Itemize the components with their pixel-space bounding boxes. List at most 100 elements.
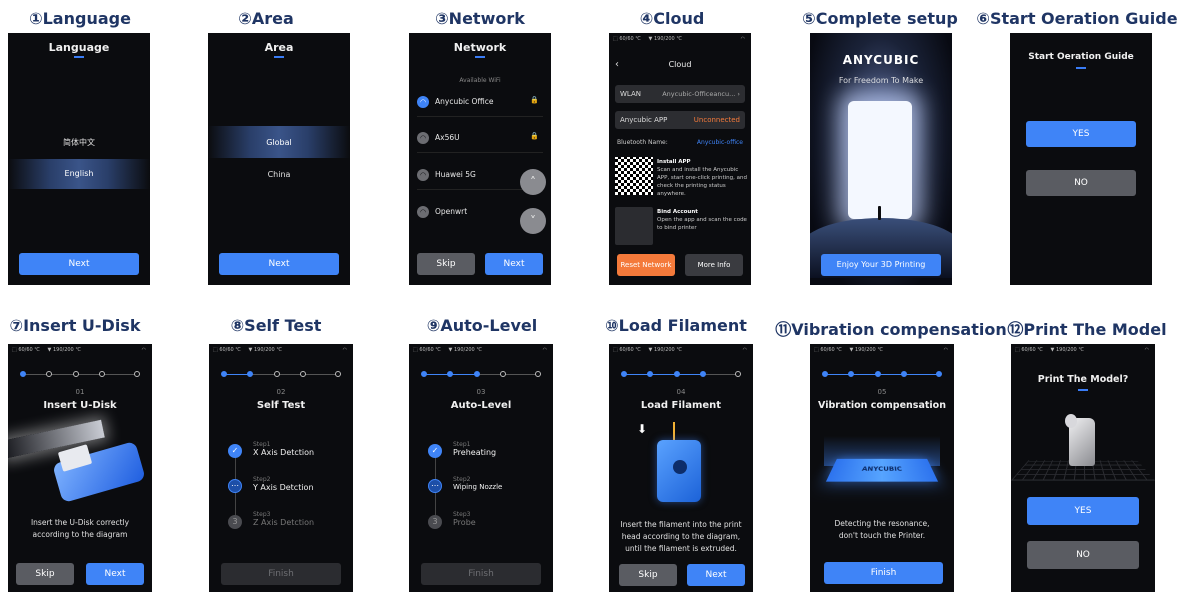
brand-logo: ANYCUBIC (842, 53, 920, 67)
wlan-value: Anycubic-Officeancu... › (662, 90, 740, 98)
bed-temp: ▼ 190/200 ℃ (1050, 347, 1084, 353)
wlan-row[interactable]: WLAN Anycubic-Officeancu... › (615, 85, 745, 103)
scroll-down-button[interactable]: ˅ (520, 208, 546, 234)
progress-fill (625, 374, 705, 375)
step-title-auto-level: ⑨Auto-Level (426, 316, 538, 335)
check-icon: ✓ (428, 444, 442, 458)
wifi-name: Ax56U (435, 133, 460, 142)
bind-account-block: Bind Account Open the app and scan the c… (657, 208, 747, 232)
header-underline (475, 56, 485, 58)
screen-header: Self Test (256, 400, 306, 411)
wifi-row[interactable]: ◠ Anycubic Office 🔒 (417, 93, 543, 117)
progress-dot (500, 371, 507, 377)
status-bar: ⬚ 60/60 ℃ ▼ 190/200 ℃ ◠ (613, 36, 747, 42)
reset-network-button[interactable]: Reset Network (617, 254, 675, 276)
progress-track (24, 374, 136, 375)
finish-button[interactable]: Finish (824, 562, 943, 584)
wifi-name: Openwrt (435, 207, 468, 216)
progress-dot (621, 371, 627, 377)
print-head-fan (673, 460, 687, 474)
status-bar: ⬚ 60/60 ℃ ▼ 190/200 ℃ ◠ (413, 347, 549, 353)
substep: Step3 Z Axis Detction (253, 511, 314, 527)
progress-dot (421, 371, 427, 377)
next-button[interactable]: Next (19, 253, 139, 275)
divider (417, 152, 543, 153)
nozzle-temp: ⬚ 60/60 ℃ (413, 347, 441, 353)
check-icon: ✓ (228, 444, 242, 458)
screen-header: Auto-Level (450, 400, 512, 411)
screen-operation-guide: Start Oeration Guide YES NO (1010, 33, 1152, 285)
next-button[interactable]: Next (485, 253, 543, 275)
progress-dot (647, 371, 654, 377)
screen-language: Language 简体中文 English Next (8, 33, 150, 285)
step-title-print-model: ⑫Print The Model (1007, 320, 1167, 339)
progress-stepper (621, 371, 741, 379)
available-wifi-label: Available WiFi (459, 77, 501, 84)
wifi-status-icon: ◠ (740, 36, 745, 42)
next-button[interactable]: Next (86, 563, 144, 585)
finish-button[interactable]: Finish (421, 563, 541, 585)
area-option-china[interactable]: China (208, 170, 350, 179)
step-number: 05 (877, 388, 887, 396)
substep-text: Probe (453, 518, 476, 527)
next-button[interactable]: Next (687, 564, 745, 586)
language-option-english[interactable]: English (8, 169, 150, 178)
substep-label: Step3 (253, 511, 271, 518)
skip-button[interactable]: Skip (417, 253, 475, 275)
scroll-up-button[interactable]: ˄ (520, 169, 546, 195)
screen-header: Print The Model? (1037, 374, 1129, 385)
screen-load-filament: ⬚ 60/60 ℃ ▼ 190/200 ℃ ◠ 04 Load Filament… (609, 344, 753, 592)
yes-button[interactable]: YES (1026, 121, 1136, 147)
bed-temp: ▼ 190/200 ℃ (648, 36, 682, 42)
wifi-status-icon: ◠ (342, 347, 347, 353)
status-bar: ⬚ 60/60 ℃ ▼ 190/200 ℃ ◠ (613, 347, 749, 353)
app-row[interactable]: Anycubic APP Unconnected (615, 111, 745, 129)
status-bar: ⬚ 60/60 ℃ ▼ 190/200 ℃ ◠ (814, 347, 950, 353)
screen-header: Network (453, 41, 507, 54)
instruction-text: Detecting the resonance, don't touch the… (816, 518, 948, 542)
progress-dot (99, 371, 106, 377)
progress-dot (335, 371, 341, 377)
substep: Step1 X Axis Detction (253, 441, 314, 457)
yes-button[interactable]: YES (1027, 497, 1139, 525)
area-option-global[interactable]: Global (208, 138, 350, 147)
status-bar: ⬚ 60/60 ℃ ▼ 190/200 ℃ ◠ (12, 347, 148, 353)
wifi-icon: ◠ (417, 206, 429, 218)
screen-header: Start Oeration Guide (1028, 52, 1134, 62)
wifi-name: Anycubic Office (435, 97, 494, 106)
screen-header: Area (264, 41, 294, 54)
wifi-row[interactable]: ◠ Ax56U 🔒 (417, 129, 543, 153)
header-underline (1076, 67, 1086, 69)
bind-account-title: Bind Account (657, 209, 698, 215)
next-button[interactable]: Next (219, 253, 339, 275)
enjoy-printing-button[interactable]: Enjoy Your 3D Printing (821, 254, 941, 276)
language-option-chinese[interactable]: 简体中文 (8, 137, 150, 148)
nozzle-temp: ⬚ 60/60 ℃ (213, 347, 241, 353)
screen-header: Insert U-Disk (43, 400, 117, 411)
wifi-icon: ◠ (417, 169, 429, 181)
screen-header: Vibration compensation (818, 400, 946, 411)
instruction-line: according to the diagram (32, 530, 128, 539)
wifi-status-icon: ◠ (742, 347, 747, 353)
install-app-title: Install APP (657, 159, 691, 165)
skip-button[interactable]: Skip (619, 564, 677, 586)
no-button[interactable]: NO (1027, 541, 1139, 569)
progress-fill (826, 374, 938, 375)
skip-button[interactable]: Skip (16, 563, 74, 585)
nozzle-temp: ⬚ 60/60 ℃ (1015, 347, 1043, 353)
bed-temp: ▼ 190/200 ℃ (648, 347, 682, 353)
progress-stepper (20, 371, 140, 379)
substep-text: Y Axis Detction (253, 483, 314, 492)
arrow-down-icon: ⬇ (637, 422, 648, 436)
bluetooth-label: Bluetooth Name: (617, 139, 668, 146)
step-title-network: ③Network (435, 9, 525, 28)
step-title-area: ②Area (238, 9, 294, 28)
pending-icon: 3 (228, 515, 242, 529)
divider (417, 116, 543, 117)
screen-insert-udisk: ⬚ 60/60 ℃ ▼ 190/200 ℃ ◠ 01 Insert U-Disk… (8, 344, 152, 592)
no-button[interactable]: NO (1026, 170, 1136, 196)
screen-complete-setup: ANYCUBIC For Freedom To Make Enjoy Your … (810, 33, 952, 285)
more-info-button[interactable]: More Info (685, 254, 743, 276)
step-title-self-test: ⑧Self Test (230, 316, 322, 335)
finish-button[interactable]: Finish (221, 563, 341, 585)
